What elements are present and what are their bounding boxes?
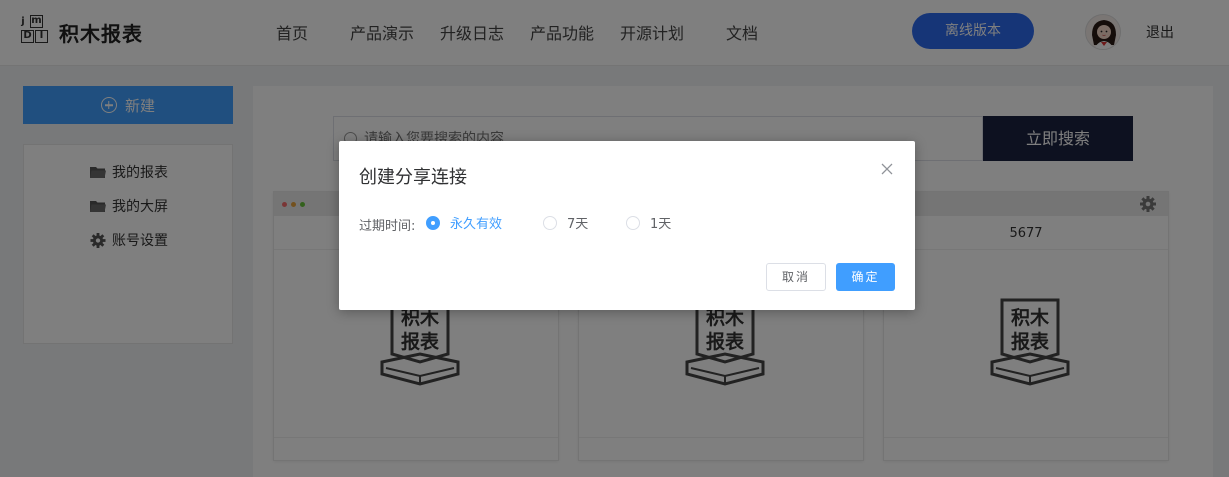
share-link-dialog: 创建分享连接 过期时间: 永久有效 7天 1天 取消 确定 — [339, 141, 915, 310]
confirm-button[interactable]: 确定 — [836, 263, 895, 291]
radio-permanent[interactable]: 永久有效 — [426, 213, 502, 232]
dialog-title: 创建分享连接 — [359, 167, 467, 188]
radio-unchecked-icon — [626, 215, 640, 230]
radio-1-day[interactable]: 1天 — [626, 213, 671, 232]
cancel-button[interactable]: 取消 — [766, 263, 826, 291]
expire-time-label: 过期时间: — [359, 219, 416, 234]
close-icon[interactable] — [881, 163, 893, 175]
radio-checked-icon — [426, 215, 440, 230]
radio-7-days[interactable]: 7天 — [543, 213, 588, 232]
radio-unchecked-icon — [543, 215, 557, 230]
